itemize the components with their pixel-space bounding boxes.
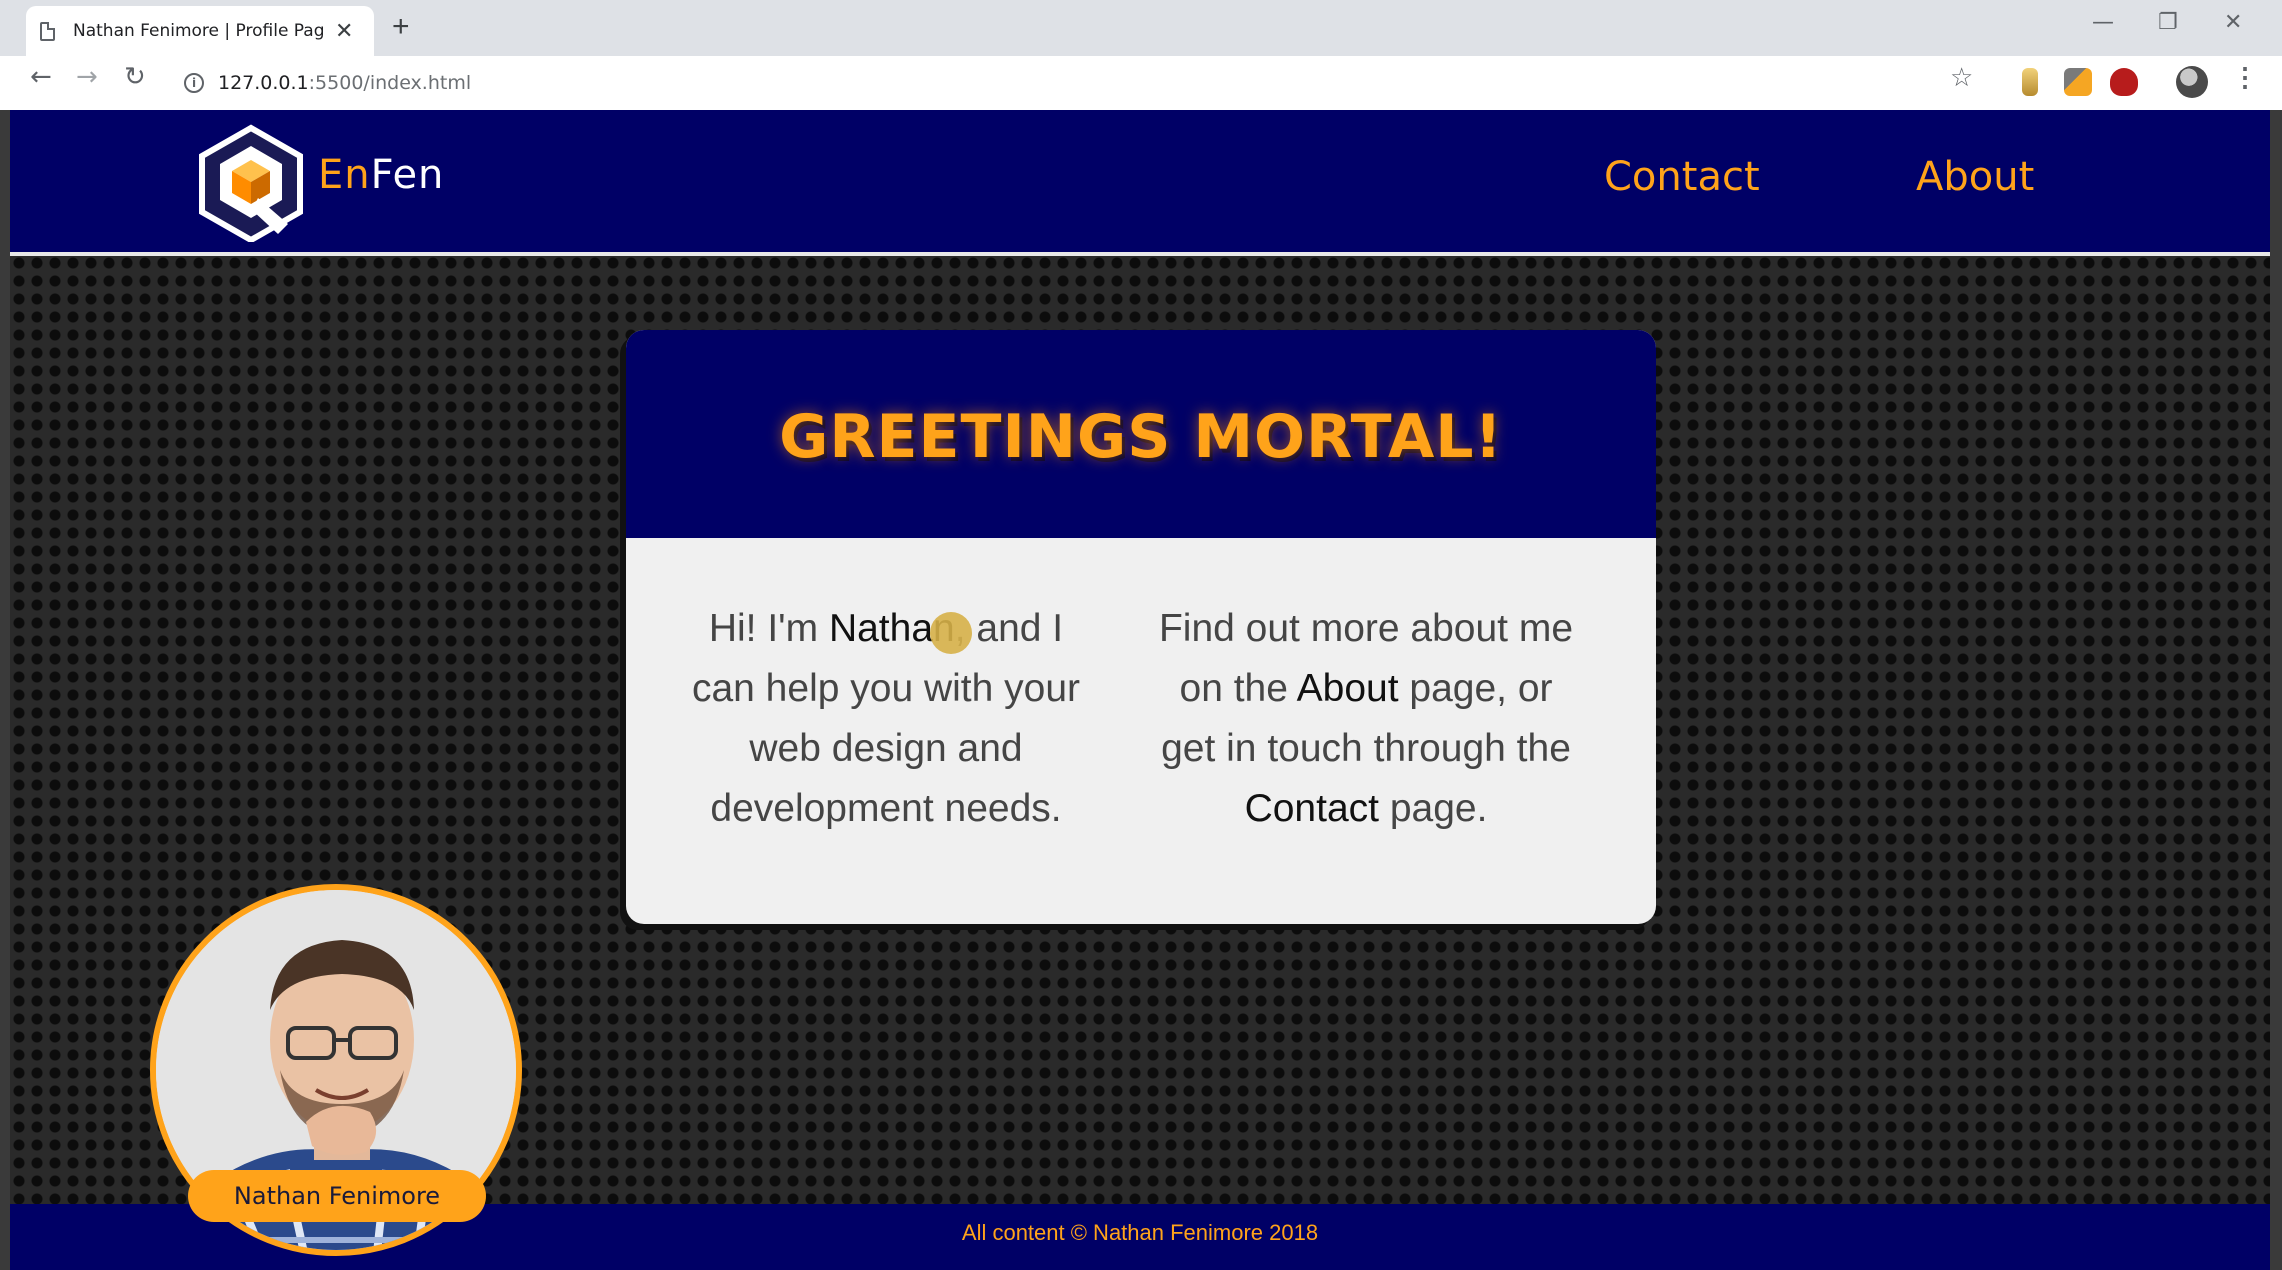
maximize-button[interactable]: ❐ xyxy=(2158,12,2178,34)
minimize-button[interactable]: — xyxy=(2092,12,2114,34)
intro-text-start: Hi! I'm xyxy=(708,607,829,650)
browser-chrome: Nathan Fenimore | Profile Page ✕ + — ❐ ✕… xyxy=(0,0,2282,110)
nav-about-link[interactable]: About xyxy=(1916,154,2034,200)
card-header: GREETINGS MORTAL! xyxy=(626,330,1656,538)
url-path: :5500/index.html xyxy=(308,72,472,94)
page-viewport: EnFen Contact About GREETINGS MORTAL! Hi… xyxy=(10,110,2270,1270)
logo-icon[interactable] xyxy=(196,124,306,242)
brand-fen: Fen xyxy=(370,152,445,198)
nav-contact-link[interactable]: Contact xyxy=(1604,154,1760,200)
contact-inline-link[interactable]: Contact xyxy=(1245,787,1379,830)
forward-button[interactable]: → xyxy=(76,64,98,90)
brand-en: En xyxy=(318,152,371,198)
links-text-end: page. xyxy=(1378,787,1488,830)
brand-wordmark[interactable]: EnFen xyxy=(318,152,444,198)
site-info-icon[interactable]: i xyxy=(184,73,204,93)
site-header: EnFen Contact About xyxy=(10,110,2270,256)
browser-toolbar: ← → ↻ i 127.0.0.1:5500/index.html ☆ ⋮ xyxy=(0,56,2282,110)
profile-avatar-icon[interactable] xyxy=(2176,66,2208,98)
bookmark-star-icon[interactable]: ☆ xyxy=(1950,64,1973,90)
tab-strip: Nathan Fenimore | Profile Page ✕ + — ❐ ✕ xyxy=(0,0,2282,56)
about-inline-link[interactable]: About xyxy=(1297,667,1399,710)
intro-paragraph: Hi! I'm Nathan, and I can help you with … xyxy=(676,599,1096,839)
new-tab-button[interactable]: + xyxy=(392,12,410,42)
reload-button[interactable]: ↻ xyxy=(124,64,146,90)
browser-tab[interactable]: Nathan Fenimore | Profile Page ✕ xyxy=(26,6,374,56)
mouse-cursor-indicator xyxy=(930,612,972,654)
extension-icon[interactable] xyxy=(2064,68,2092,96)
close-window-button[interactable]: ✕ xyxy=(2224,12,2242,34)
profile-name-badge: Nathan Fenimore xyxy=(188,1170,486,1222)
card-title: GREETINGS MORTAL! xyxy=(779,402,1503,472)
address-bar[interactable]: i 127.0.0.1:5500/index.html xyxy=(170,61,1980,105)
close-tab-icon[interactable]: ✕ xyxy=(335,20,353,42)
shield-extension-icon[interactable] xyxy=(2110,68,2138,96)
browser-menu-icon[interactable]: ⋮ xyxy=(2232,64,2258,90)
extension-icon[interactable] xyxy=(2022,68,2038,96)
page-icon xyxy=(40,21,55,41)
url-host: 127.0.0.1 xyxy=(218,72,309,94)
tab-title: Nathan Fenimore | Profile Page xyxy=(73,21,323,41)
back-button[interactable]: ← xyxy=(30,64,52,90)
greeting-card: GREETINGS MORTAL! Hi! I'm Nathan, and I … xyxy=(626,330,1656,924)
card-body: Hi! I'm Nathan, and I can help you with … xyxy=(626,538,1656,924)
links-paragraph: Find out more about me on the About page… xyxy=(1156,599,1576,839)
url-text: 127.0.0.1:5500/index.html xyxy=(218,72,471,94)
